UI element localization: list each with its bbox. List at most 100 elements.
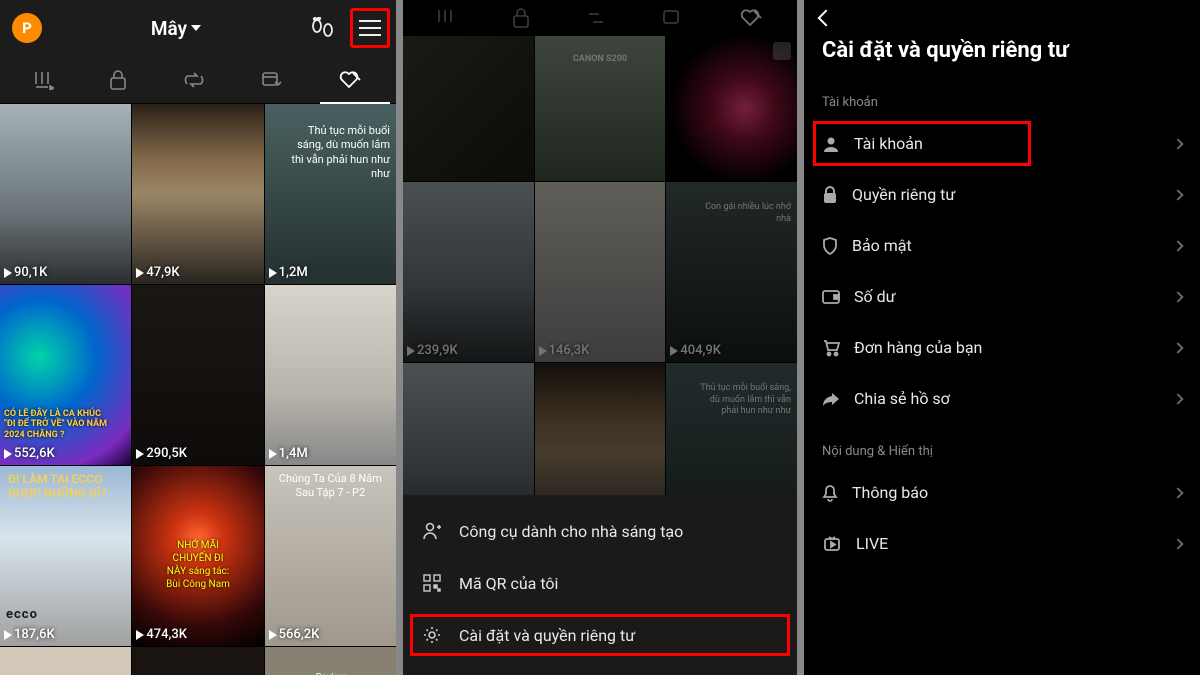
profile-header: P Mây: [0, 0, 396, 56]
chevron-right-icon: [1172, 393, 1183, 404]
view-count: 474,3K: [136, 627, 187, 642]
play-icon: [269, 268, 277, 278]
view-count: 146,3K: [539, 343, 590, 358]
share-icon: [822, 391, 840, 407]
thumb-caption: Thủ tục mỗi buổi sáng, dù muốn lắm thì v…: [691, 383, 791, 418]
section-label-account: Tài khoản: [804, 89, 1200, 118]
setting-row-lock[interactable]: Quyền riêng tư: [804, 169, 1200, 220]
profile-tabbar: [0, 56, 396, 104]
setting-label: LIVE: [856, 534, 888, 553]
liked-tab-icon[interactable]: [338, 70, 362, 90]
play-icon: [4, 268, 12, 278]
video-thumb: 239,9K: [403, 182, 534, 362]
video-thumb[interactable]: 290,5K: [132, 285, 263, 465]
profile-name: Mây: [151, 17, 187, 40]
setting-label: Chia sẻ hồ sơ: [854, 389, 950, 408]
chevron-right-icon: [1172, 189, 1183, 200]
live-icon: [822, 536, 842, 552]
user-plus-icon: [421, 521, 443, 541]
chevron-right-icon: [1172, 487, 1183, 498]
liked-tab-icon: [739, 8, 763, 28]
video-thumb[interactable]: 1,4M: [265, 285, 396, 465]
sheet-item-qr[interactable]: Mã QR của tôi: [403, 557, 797, 609]
thumb-caption: CANON S200: [573, 54, 627, 64]
play-icon: [136, 449, 144, 459]
grid-tab-icon[interactable]: [34, 70, 54, 90]
view-count: 566,2K: [269, 627, 320, 642]
qr-icon: [421, 573, 443, 593]
chevron-right-icon: [1172, 291, 1183, 302]
repost-tab-icon[interactable]: [183, 70, 205, 90]
chevron-left-icon: [818, 10, 835, 27]
setting-row-share[interactable]: Chia sẻ hồ sơ: [804, 373, 1200, 424]
setting-row-live[interactable]: LIVE: [804, 518, 1200, 569]
play-icon: [136, 630, 144, 640]
video-thumb[interactable]: 47,9K: [132, 104, 263, 284]
setting-row-user[interactable]: Tài khoản: [812, 120, 1032, 167]
view-count: 404,9K: [670, 343, 721, 358]
brand-logo: ecco: [6, 607, 38, 622]
sheet-item-label: Cài đặt và quyền riêng tư: [459, 626, 635, 645]
video-thumb: 146,3K: [535, 182, 666, 362]
expand-icon: [773, 42, 791, 60]
video-thumb: [666, 36, 797, 181]
play-icon: [269, 630, 277, 640]
lock-icon: [822, 186, 838, 204]
video-thumb[interactable]: Review: [265, 647, 396, 675]
bottom-sheet-menu: Công cụ dành cho nhà sáng tạo Mã QR của t…: [403, 495, 797, 675]
repost-tab-icon: [585, 8, 607, 28]
setting-row-shield[interactable]: Bảo mật: [804, 220, 1200, 271]
thumb-caption: CÓ LẼ ĐÂY LÀ CA KHÚC "ĐI ĐỂ TRỞ VỀ" VÀO …: [4, 409, 114, 441]
chevron-right-icon: [1172, 138, 1183, 149]
video-thumb[interactable]: 90,1K: [0, 104, 131, 284]
lock-tab-icon[interactable]: [109, 70, 127, 90]
view-count: 1,4M: [269, 446, 308, 461]
video-thumb[interactable]: CÓ LẼ ĐÂY LÀ CA KHÚC "ĐI ĐỂ TRỞ VỀ" VÀO …: [0, 285, 131, 465]
sheet-item-user-plus[interactable]: Công cụ dành cho nhà sáng tạo: [403, 505, 797, 557]
thumb-caption: Chúng Ta Của 8 Năm Sau Tập 7 - P2: [265, 472, 396, 501]
menu-button[interactable]: [350, 8, 390, 48]
play-icon: [4, 449, 12, 459]
setting-row-wallet[interactable]: Số dư: [804, 271, 1200, 322]
setting-label: Số dư: [854, 287, 896, 306]
video-thumb[interactable]: Thủ tục mỗi buổi sáng, dù muốn lắm thì v…: [265, 104, 396, 284]
menu-sheet-panel: CANON S200239,9K146,3KCon gái nhiều lúc …: [403, 0, 797, 675]
sheet-item-label: Công cụ dành cho nhà sáng tạo: [459, 522, 683, 541]
footprint-icon[interactable]: [310, 17, 336, 39]
video-thumb: [403, 36, 534, 181]
section-label-content: Nội dung & Hiển thị: [804, 438, 1200, 467]
setting-row-cart[interactable]: Đơn hàng của bạn: [804, 322, 1200, 373]
video-thumb: CANON S200: [535, 36, 666, 181]
back-button[interactable]: [804, 0, 1200, 28]
profile-name-dropdown[interactable]: Mây: [151, 17, 201, 40]
thumb-caption: ĐI LÀM TẠI ECCOĐƯỢC NHỮNG GÌ?: [8, 472, 107, 500]
setting-row-bell[interactable]: Thông báo: [804, 467, 1200, 518]
view-count: 239,9K: [407, 343, 458, 358]
bookmark-tab-icon[interactable]: [261, 70, 283, 90]
thumb-caption: NHỚ MÃI CHUYẾN ĐI NÀY sáng tác: Bùi Công…: [165, 539, 231, 591]
play-icon: [269, 449, 277, 459]
video-grid: 90,1K47,9K Thủ tục mỗi buổi sáng, dù muốn…: [0, 104, 396, 675]
avatar[interactable]: P: [12, 13, 42, 43]
bell-icon: [822, 484, 838, 502]
setting-label: Tài khoản: [854, 134, 923, 153]
setting-label: Quyền riêng tư: [852, 185, 955, 204]
wallet-icon: [822, 289, 840, 305]
bookmark-tab-icon: [662, 8, 684, 28]
video-thumb[interactable]: Chúng Ta Của 8 Năm Sau Tập 7 - P2 566,2K: [265, 466, 396, 646]
video-thumb[interactable]: [0, 647, 131, 675]
grid-tab-icon: [437, 8, 457, 28]
video-thumb[interactable]: [132, 647, 263, 675]
cart-icon: [822, 339, 840, 357]
thumb-caption: Thủ tục mỗi buổi sáng, dù muốn lắm thì v…: [290, 124, 390, 181]
view-count: 187,6K: [4, 627, 55, 642]
profile-tabbar-dimmed: [403, 0, 797, 36]
video-thumb[interactable]: NHỚ MÃI CHUYẾN ĐI NÀY sáng tác: Bùi Công…: [132, 466, 263, 646]
sheet-item-gear[interactable]: Cài đặt và quyền riêng tư: [409, 613, 791, 657]
settings-panel: Cài đặt và quyền riêng tư Tài khoản Tài …: [804, 0, 1200, 675]
play-icon: [4, 630, 12, 640]
chevron-right-icon: [1172, 342, 1183, 353]
video-thumb[interactable]: ĐI LÀM TẠI ECCOĐƯỢC NHỮNG GÌ? ecco 187,6K: [0, 466, 131, 646]
user-icon: [822, 135, 840, 153]
setting-label: Bảo mật: [852, 236, 912, 255]
